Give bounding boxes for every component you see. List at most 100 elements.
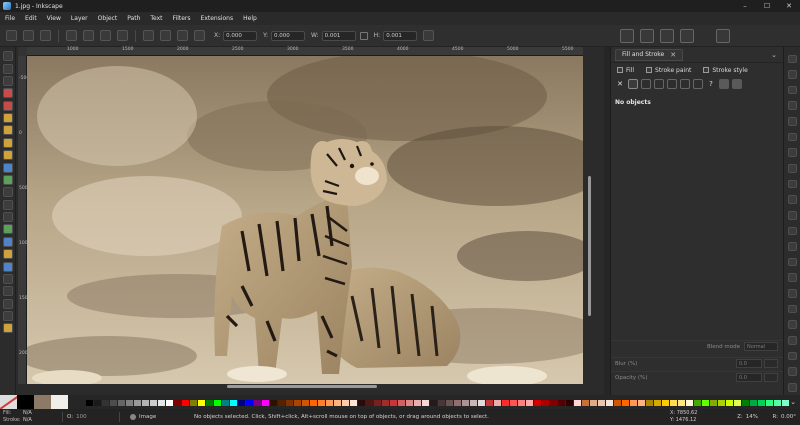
color-swatch[interactable] [454, 400, 462, 406]
color-swatch[interactable] [238, 400, 246, 406]
color-swatch[interactable] [222, 400, 230, 406]
color-swatch[interactable] [566, 400, 574, 406]
rotate-ccw-icon[interactable] [66, 30, 77, 41]
open-document-icon[interactable] [787, 70, 797, 79]
save-icon[interactable] [787, 85, 797, 95]
pen-tool-icon[interactable] [2, 187, 13, 198]
eraser-tool-icon[interactable] [2, 236, 13, 247]
pages-tool-icon[interactable] [2, 323, 13, 334]
color-swatch[interactable] [318, 400, 326, 406]
paste-icon[interactable] [787, 210, 797, 220]
zoom-tool-icon[interactable] [2, 88, 13, 99]
close-window-button[interactable]: ✕ [778, 0, 800, 12]
blur-stepper[interactable] [764, 359, 778, 368]
color-swatch[interactable] [126, 400, 134, 406]
new-document-icon[interactable] [787, 54, 797, 64]
color-swatch[interactable] [486, 400, 494, 406]
lock-ratio-icon[interactable] [359, 31, 368, 40]
color-swatch[interactable] [326, 400, 334, 406]
group-icon[interactable] [787, 304, 797, 314]
color-swatch[interactable] [526, 400, 534, 406]
minimize-button[interactable]: – [734, 0, 756, 12]
menu-text[interactable]: Text [145, 15, 167, 22]
menu-view[interactable]: View [42, 15, 66, 22]
spiral-tool-icon[interactable] [2, 162, 13, 173]
blend-mode-select[interactable]: Normal [744, 342, 778, 351]
fill-stroke-indicator[interactable]: Fill: N/A Stroke: N/A [0, 409, 58, 425]
color-swatch[interactable] [534, 400, 542, 406]
color-swatch[interactable] [374, 400, 382, 406]
raise-to-top-icon[interactable] [143, 30, 154, 41]
select-all-layers-icon[interactable] [23, 30, 34, 41]
color-swatch[interactable] [654, 400, 662, 406]
duplicate-icon[interactable] [787, 273, 797, 283]
color-swatch[interactable] [446, 400, 454, 406]
color-swatch[interactable] [710, 400, 718, 406]
x-field[interactable]: 0.000 [223, 30, 258, 41]
color-swatch[interactable] [366, 400, 374, 406]
color-swatch[interactable] [246, 400, 254, 406]
text-font-dialog-icon[interactable] [787, 351, 797, 361]
box-3d-tool-icon[interactable] [2, 125, 13, 136]
mesh-tool-icon[interactable] [2, 273, 13, 284]
menu-object[interactable]: Object [93, 15, 123, 22]
lower-to-bottom-icon[interactable] [194, 30, 205, 41]
fill-rule-nonzero-icon[interactable] [732, 79, 742, 89]
color-swatch[interactable] [766, 400, 774, 406]
color-swatch[interactable] [190, 400, 198, 406]
color-swatch[interactable] [470, 400, 478, 406]
rotate-cw-icon[interactable] [83, 30, 94, 41]
color-swatch[interactable] [630, 400, 638, 406]
color-swatch[interactable] [230, 400, 238, 406]
color-swatch[interactable] [286, 400, 294, 406]
color-swatch[interactable] [150, 400, 158, 406]
color-swatch[interactable] [686, 400, 694, 406]
color-swatch[interactable] [758, 400, 766, 406]
color-swatch[interactable] [494, 400, 502, 406]
current-layer[interactable]: Image [124, 414, 194, 420]
color-swatch[interactable] [614, 400, 622, 406]
spray-tool-icon[interactable] [2, 224, 13, 235]
color-swatch[interactable] [662, 400, 670, 406]
pattern-icon[interactable] [680, 79, 690, 89]
color-swatch[interactable] [334, 400, 342, 406]
no-paint-icon[interactable]: ✕ [615, 79, 625, 89]
color-swatch[interactable] [734, 400, 742, 406]
color-swatch[interactable] [102, 400, 110, 406]
color-swatch[interactable] [198, 400, 206, 406]
units-dropdown-icon[interactable] [423, 30, 435, 41]
node-tool-icon[interactable] [2, 63, 13, 74]
redo-icon[interactable] [787, 163, 797, 173]
star-tool-icon[interactable] [2, 150, 13, 161]
color-swatch[interactable] [774, 400, 782, 406]
color-swatch[interactable] [550, 400, 558, 406]
color-swatch[interactable] [430, 400, 438, 406]
xml-editor-icon[interactable] [787, 367, 797, 376]
color-swatch[interactable] [350, 400, 358, 406]
color-swatch[interactable] [582, 400, 590, 406]
transform-patterns-icon[interactable] [680, 29, 694, 43]
color-swatch[interactable] [518, 400, 526, 406]
layer-visibility-icon[interactable] [130, 414, 136, 420]
menu-layer[interactable]: Layer [66, 15, 93, 22]
export-icon[interactable] [787, 132, 797, 142]
canvas[interactable] [27, 56, 583, 384]
radial-gradient-icon[interactable] [654, 79, 664, 89]
flip-horizontal-icon[interactable] [100, 30, 111, 41]
color-swatch[interactable] [94, 400, 102, 406]
color-swatch[interactable] [174, 400, 182, 406]
palette-menu-icon[interactable]: ⌄ [790, 398, 796, 406]
scale-corners-icon[interactable] [640, 29, 654, 43]
mesh-gradient-icon[interactable] [667, 79, 677, 89]
menu-filters[interactable]: Filters [168, 15, 196, 22]
ruler-horizontal[interactable]: 1000 1500 2000 2500 3000 3500 4000 4500 … [27, 47, 583, 56]
dropper-tool-icon[interactable] [2, 286, 13, 297]
ellipse-tool-icon[interactable] [2, 137, 13, 148]
pencil-tool-icon[interactable] [2, 174, 13, 185]
h-field[interactable]: 0.001 [383, 30, 418, 41]
color-swatch[interactable] [622, 400, 630, 406]
color-swatch[interactable] [422, 400, 430, 406]
vertical-scrollbar[interactable] [586, 56, 594, 384]
color-swatch[interactable] [750, 400, 758, 406]
zoom-drawing-icon[interactable] [787, 242, 797, 251]
